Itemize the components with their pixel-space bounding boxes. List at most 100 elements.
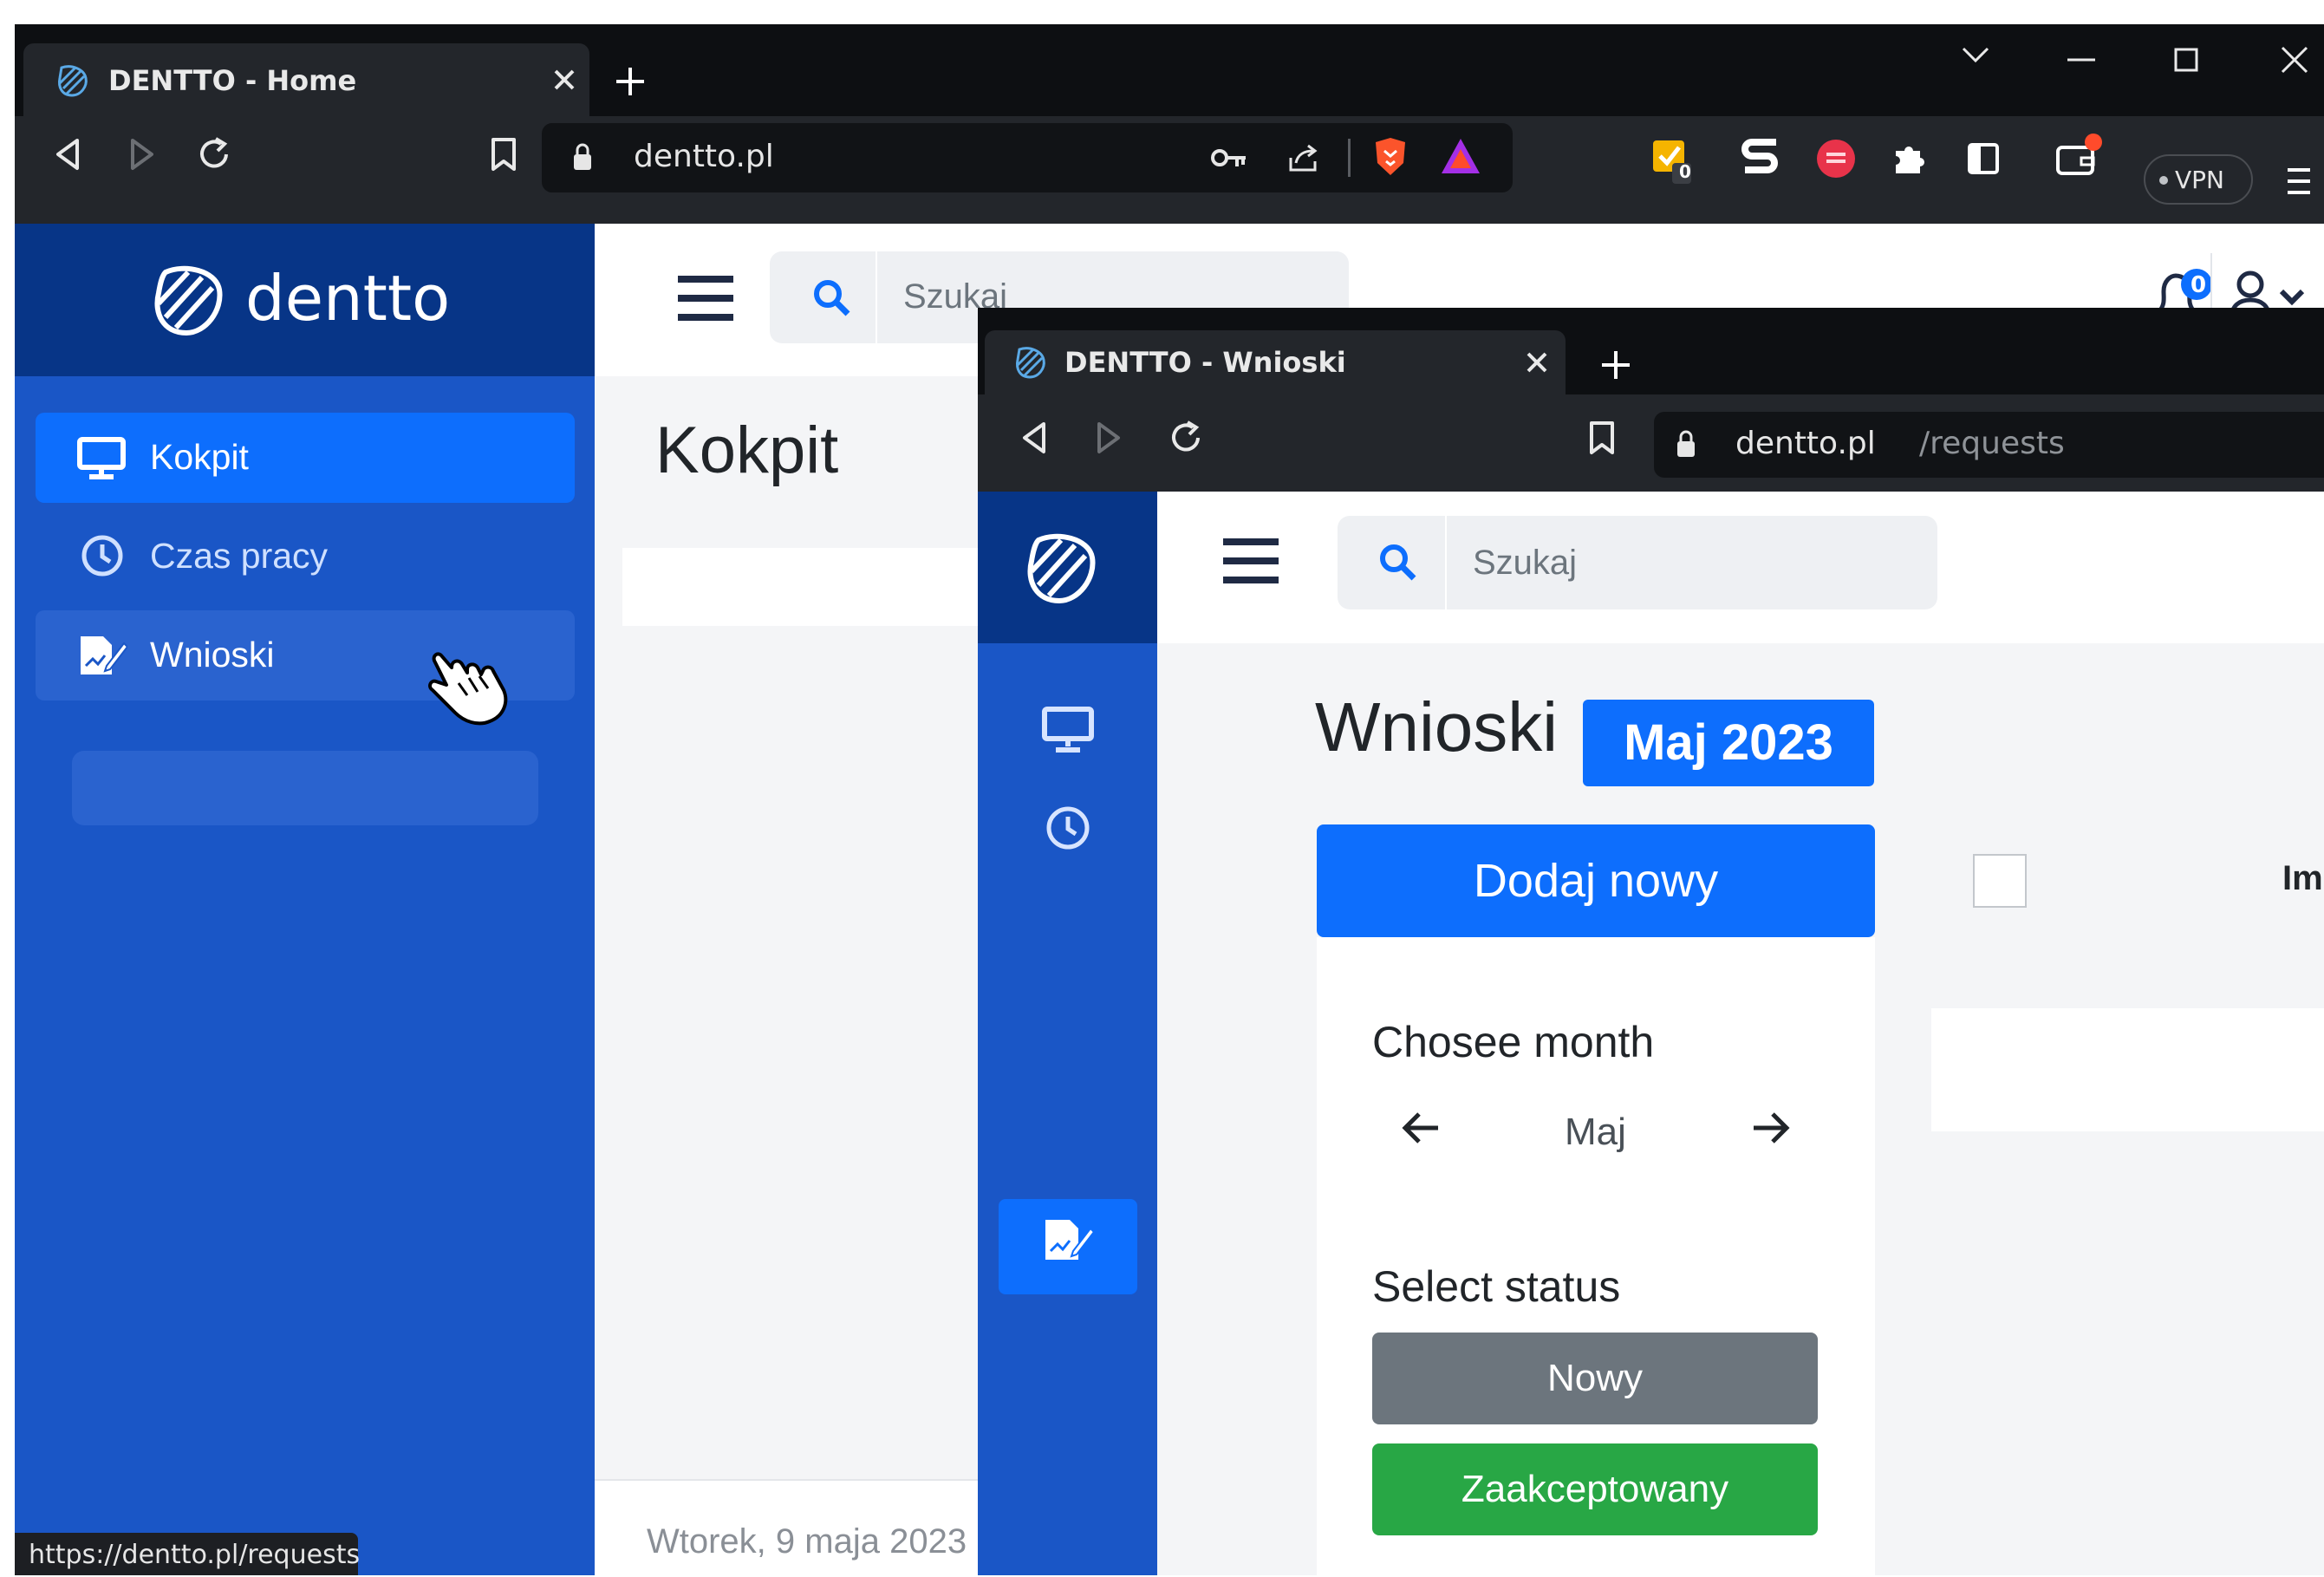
search-divider — [876, 251, 877, 343]
dentto-favicon-icon — [55, 62, 91, 99]
table-header-name: Imię i — [2282, 859, 2324, 897]
month-badge-label: Maj 2023 — [1624, 714, 1833, 771]
sidebar-item-kokpit[interactable]: Kokpit — [36, 413, 575, 503]
clock-icon — [81, 534, 124, 577]
tab-title: DENTTO - Home — [108, 64, 357, 97]
divider — [1348, 139, 1351, 177]
extension-badge-count: 0 — [1679, 161, 1691, 182]
url-text: dentto.pl — [634, 139, 774, 174]
content-card-top — [622, 548, 1021, 626]
bookmark-icon[interactable] — [1588, 420, 1616, 455]
dentto-logo-icon — [1023, 531, 1101, 604]
minimize-icon[interactable] — [2066, 57, 2097, 62]
tab-dentto-home[interactable]: DENTTO - Home — [23, 43, 589, 116]
arrow-right-icon[interactable] — [1750, 1111, 1790, 1145]
arrow-left-icon[interactable] — [1402, 1111, 1442, 1145]
brand-name: dentto — [245, 262, 451, 335]
app-sidebar-collapsed — [978, 492, 1157, 1575]
extensions-puzzle-icon[interactable] — [1891, 140, 1927, 177]
search-divider — [1445, 516, 1447, 609]
lock-icon — [571, 142, 594, 172]
app-topbar: Szukaj — [1157, 492, 2324, 643]
search-box[interactable]: Szukaj — [1338, 516, 1937, 609]
new-tab-icon[interactable] — [613, 64, 648, 99]
back-icon[interactable] — [53, 137, 82, 172]
select-all-checkbox[interactable] — [1973, 854, 2027, 908]
month-filter-heading: Chosee month — [1372, 1018, 1655, 1066]
page-title: Kokpit — [655, 414, 839, 487]
footer-date: Wtorek, 9 maja 2023 — [647, 1522, 967, 1561]
sidebar-placeholder-block — [72, 751, 538, 825]
sidebar-item-label: Wnioski — [150, 635, 275, 674]
dentto-favicon-icon — [1012, 344, 1049, 381]
close-tab-icon[interactable] — [1524, 349, 1550, 375]
reload-icon[interactable] — [1167, 419, 1205, 457]
brave-shields-icon[interactable] — [1370, 135, 1410, 179]
clock-icon[interactable] — [1045, 805, 1090, 850]
tab-search-chevron-icon[interactable] — [1960, 45, 1991, 66]
document-edit-icon — [77, 633, 127, 678]
hand-cursor-icon — [420, 648, 516, 735]
add-new-button[interactable]: Dodaj nowy — [1317, 824, 1875, 937]
sidebar-item-label: Kokpit — [150, 437, 249, 477]
document-edit-icon — [1042, 1216, 1096, 1263]
status-zaakceptowany-label: Zaakceptowany — [1461, 1468, 1729, 1510]
key-icon[interactable] — [1211, 146, 1247, 170]
address-bar[interactable]: dentto.pl /requests — [1654, 412, 2324, 478]
reload-icon[interactable] — [195, 135, 233, 173]
sidebar-item-label: Czas pracy — [150, 536, 329, 576]
close-tab-icon[interactable] — [550, 66, 578, 94]
url-host: dentto.pl — [1735, 426, 1876, 461]
close-window-icon[interactable] — [2280, 45, 2309, 75]
main-content: Szukaj Wnioski Maj 2023 Dodaj nowy Chose… — [1157, 492, 2324, 1575]
bookmark-icon[interactable] — [490, 137, 518, 172]
search-input[interactable]: Szukaj — [1473, 544, 1577, 583]
extension-s-icon[interactable] — [1741, 137, 1780, 177]
lock-icon — [1675, 429, 1697, 459]
app-sidebar: dentto Kokpit Czas pracy Wnioski — [15, 224, 595, 1575]
status-zaakceptowany-button[interactable]: Zaakceptowany — [1372, 1443, 1818, 1535]
browser-menu-icon[interactable] — [2286, 166, 2312, 196]
tab-bar: DENTTO - Home — [15, 24, 2324, 116]
vpn-label: VPN — [2175, 166, 2224, 194]
monitor-icon[interactable] — [1042, 707, 1094, 753]
brand-header — [978, 492, 1157, 643]
filter-card: Chosee month Maj Select status Nowy Zaak… — [1317, 937, 1875, 1575]
url-path: /requests — [1919, 426, 2065, 461]
search-icon — [1377, 542, 1417, 582]
back-icon[interactable] — [1019, 420, 1049, 455]
browser-window-wnioski: DENTTO - Wnioski dentto.pl /requests Szu… — [978, 308, 2324, 1575]
table-header-row: Imię i — [1931, 824, 2324, 937]
month-badge: Maj 2023 — [1583, 700, 1874, 786]
share-icon[interactable] — [1286, 140, 1320, 175]
maximize-icon[interactable] — [2173, 47, 2199, 73]
sidebar-item-czas-pracy[interactable]: Czas pracy — [36, 512, 575, 602]
brave-rewards-icon[interactable] — [1440, 137, 1481, 175]
hamburger-menu-icon[interactable] — [676, 274, 735, 323]
status-filter-heading: Select status — [1372, 1262, 1621, 1311]
status-nowy-button[interactable]: Nowy — [1372, 1333, 1818, 1424]
notification-count: 0 — [2191, 272, 2207, 298]
forward-icon[interactable] — [127, 137, 157, 172]
hamburger-menu-icon[interactable] — [1221, 537, 1280, 585]
table-body-card — [1931, 1008, 2324, 1131]
new-tab-icon[interactable] — [1598, 348, 1633, 382]
current-month: Maj — [1565, 1111, 1626, 1153]
add-new-label: Dodaj nowy — [1473, 855, 1719, 907]
forward-icon[interactable] — [1094, 420, 1123, 455]
dentto-logo-icon — [150, 264, 228, 336]
status-url: https://dentto.pl/requests — [29, 1540, 361, 1570]
sidebar-toggle-icon[interactable] — [1967, 142, 2000, 175]
page-title: Wnioski — [1315, 688, 1559, 766]
monitor-icon — [77, 437, 126, 480]
address-bar[interactable]: dentto.pl — [542, 123, 1513, 192]
tab-bar: DENTTO - Wnioski — [978, 308, 2324, 394]
vpn-button[interactable]: VPN — [2144, 154, 2253, 205]
search-icon — [811, 277, 851, 317]
brand-header: dentto — [15, 224, 595, 376]
status-nowy-label: Nowy — [1546, 1357, 1644, 1399]
wallet-icon[interactable] — [2055, 132, 2104, 179]
tab-dentto-wnioski[interactable]: DENTTO - Wnioski — [985, 330, 1566, 394]
status-bar-link-preview: https://dentto.pl/requests — [15, 1533, 361, 1575]
extension-red-icon[interactable] — [1816, 139, 1856, 179]
